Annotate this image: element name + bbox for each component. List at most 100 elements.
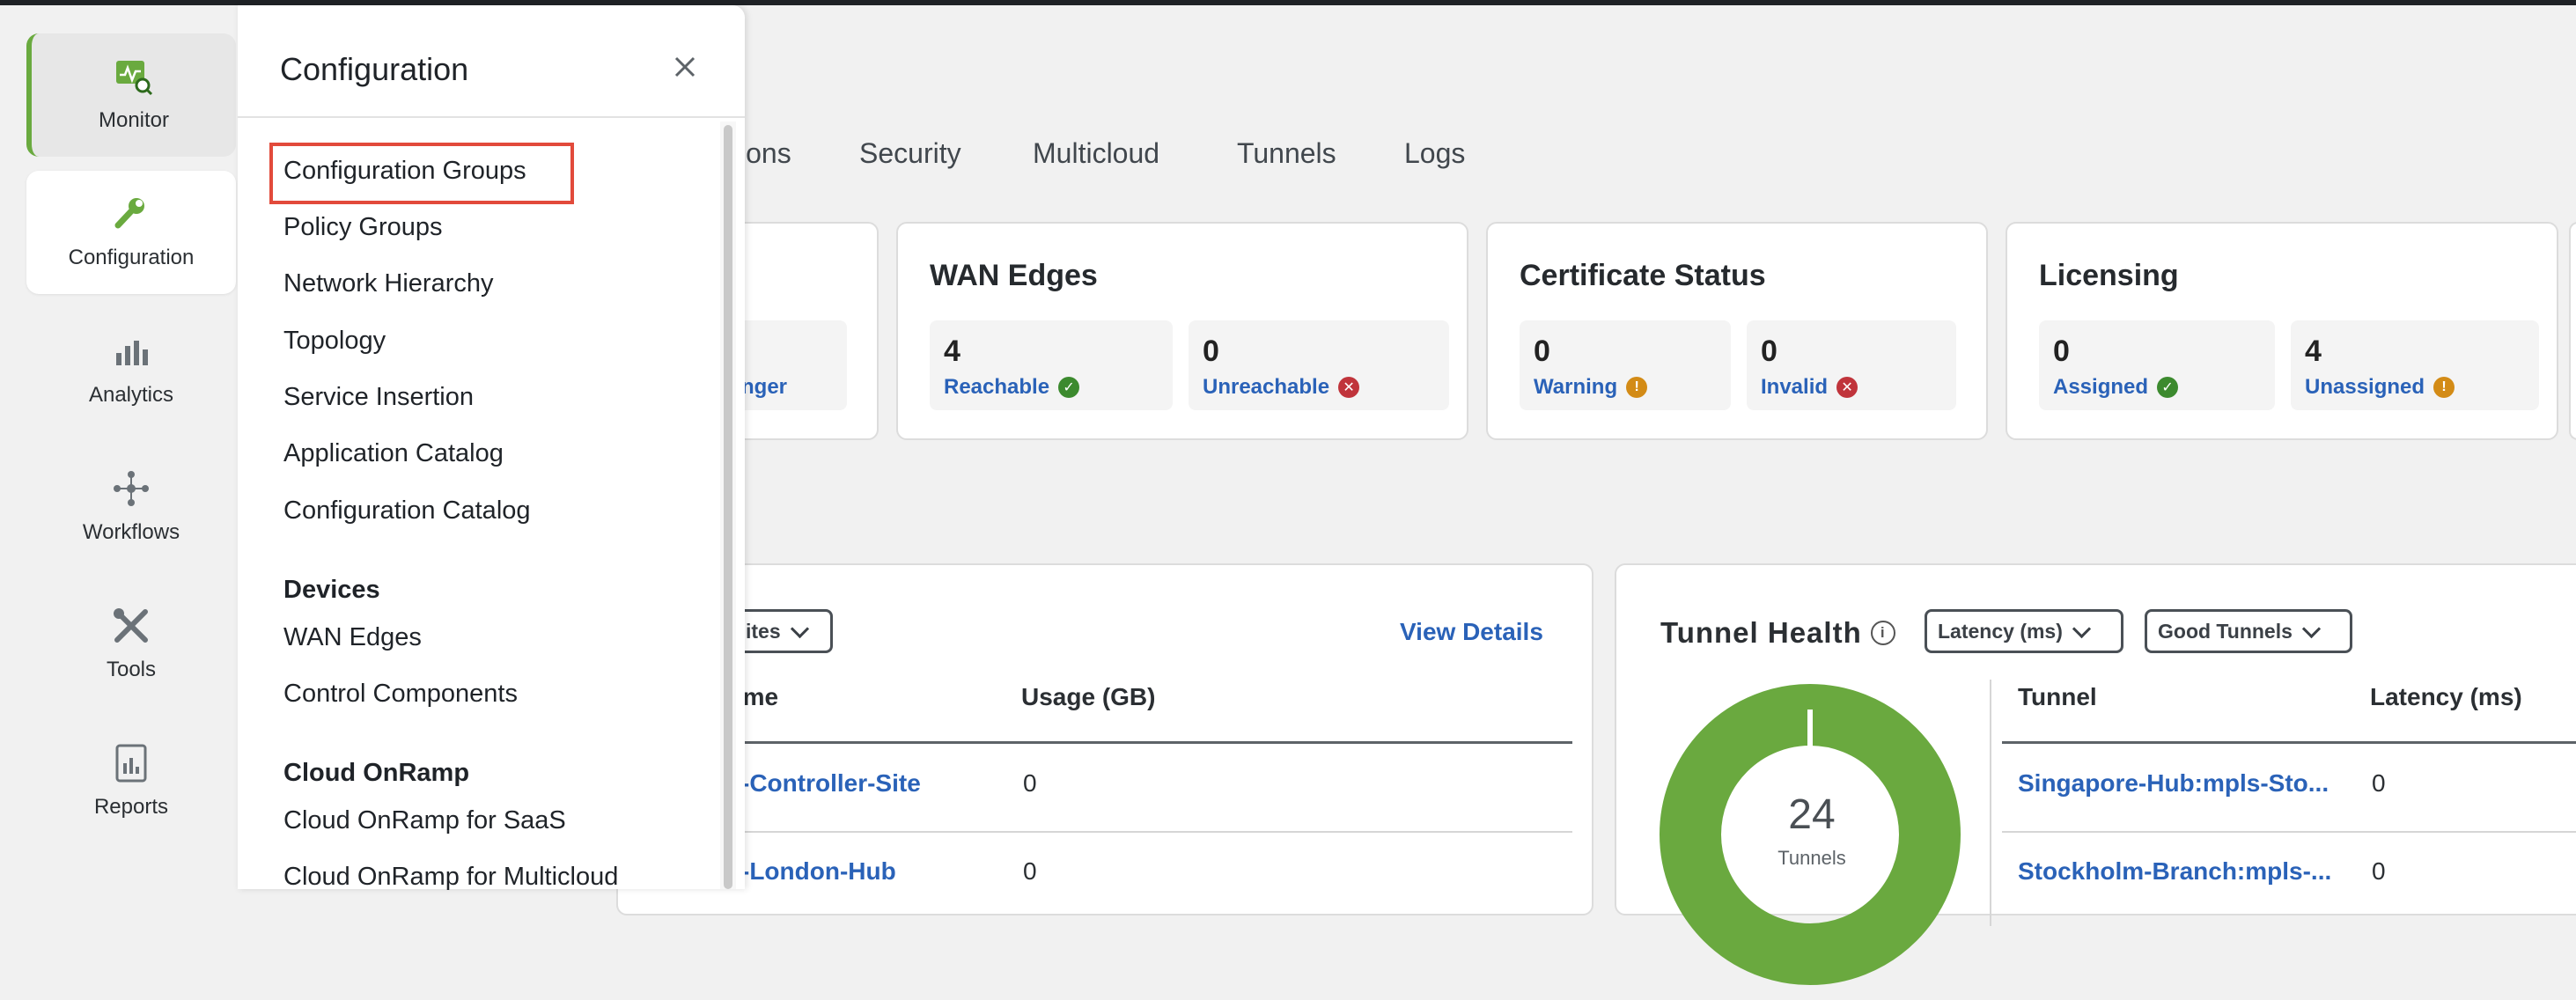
site-row-1-name[interactable]: -Controller-Site	[741, 769, 921, 798]
site-row-2-usage: 0	[1023, 857, 1037, 885]
licensing-unassigned-count: 4	[2305, 335, 2322, 368]
licensing-unassigned-label: Unassigned	[2305, 375, 2425, 399]
view-details-link[interactable]: View Details	[1400, 618, 1543, 646]
workflow-icon	[112, 469, 151, 508]
section-cloud-onramp: Cloud OnRamp	[283, 759, 470, 787]
donut-total: 24	[1788, 791, 1836, 838]
licensing-assigned-label: Assigned	[2053, 375, 2149, 399]
check-circle-icon: ✓	[1058, 377, 1080, 398]
panel-title: Configuration	[280, 51, 469, 87]
tunnel-row-1-latency: 0	[2372, 769, 2386, 797]
tab-multicloud[interactable]: Multicloud	[1033, 137, 1159, 170]
menu-item-network-hierarchy[interactable]: Network Hierarchy	[283, 269, 494, 298]
column-header-usage[interactable]: Usage (GB)	[1021, 683, 1155, 711]
row-divider	[653, 831, 1572, 833]
licensing-card: Licensing 0 Assigned ✓ 4 Unassigned!	[2006, 222, 2558, 440]
wan-edges-unreachable-stat[interactable]: 0 Unreachable ✕	[1189, 320, 1449, 410]
reports-icon	[112, 744, 151, 783]
tunnel-row-2-name[interactable]: Stockholm-Branch:mpls-...	[2018, 857, 2331, 886]
nav-reports[interactable]: Reports	[26, 720, 236, 843]
nav-configuration[interactable]: Configuration	[26, 171, 236, 294]
wan-edges-card: WAN Edges 4 Reachable ✓ 0 Unreachable ✕	[896, 222, 1468, 440]
partial-stat-label: nger	[741, 375, 788, 399]
menu-item-cloud-onramp-multicloud[interactable]: Cloud OnRamp for Multicloud	[283, 863, 618, 892]
nav-configuration-label: Configuration	[68, 246, 195, 269]
wan-edges-title: WAN Edges	[930, 259, 1098, 292]
tab-security[interactable]: Security	[859, 137, 961, 170]
tunnel-health-card: Tunnel Health i Latency (ms) Good Tunnel…	[1615, 563, 2576, 985]
sites-usage-card: ites View Details ame Usage (GB) -Contro…	[616, 563, 1593, 915]
menu-item-configuration-groups[interactable]: Configuration Groups	[283, 157, 526, 186]
nav-workflows-label: Workflows	[82, 520, 180, 544]
wan-edges-reachable-count: 4	[944, 335, 960, 368]
licensing-assigned-stat[interactable]: 0 Assigned ✓	[2039, 320, 2275, 410]
bar-chart-icon	[112, 332, 151, 371]
panel-scrollbar-thumb[interactable]	[724, 125, 732, 889]
licensing-assigned-count: 0	[2053, 335, 2070, 368]
menu-item-wan-edges[interactable]: WAN Edges	[283, 623, 422, 652]
good-tunnels-dropdown-label: Good Tunnels	[2158, 619, 2293, 643]
nav-workflows[interactable]: Workflows	[26, 445, 236, 569]
panel-header-divider	[238, 116, 745, 118]
chevron-down-icon	[2072, 619, 2091, 638]
wan-edges-unreachable-label: Unreachable	[1203, 375, 1330, 399]
tab-logs[interactable]: Logs	[1404, 137, 1465, 170]
nav-tools[interactable]: Tools	[26, 583, 236, 706]
tunnel-health-donut[interactable]	[1659, 683, 1976, 1000]
wan-edges-reachable-stat[interactable]: 4 Reachable ✓	[930, 320, 1173, 410]
warning-circle-icon: !	[2433, 377, 2455, 398]
tunnel-row-1-name[interactable]: Singapore-Hub:mpls-Sto...	[2018, 769, 2329, 798]
table-header-divider	[2002, 741, 2576, 744]
certificate-warning-count: 0	[1534, 335, 1550, 368]
menu-item-service-insertion[interactable]: Service Insertion	[283, 383, 474, 412]
wrench-icon	[112, 195, 151, 233]
menu-item-control-components[interactable]: Control Components	[283, 680, 518, 709]
donut-label: Tunnels	[1777, 847, 1846, 869]
next-card-edge	[2569, 222, 2576, 440]
table-header-divider	[653, 741, 1572, 744]
latency-dropdown-label: Latency (ms)	[1938, 619, 2063, 643]
nav-analytics-label: Analytics	[88, 383, 174, 407]
menu-item-cloud-onramp-saas[interactable]: Cloud OnRamp for SaaS	[283, 806, 566, 835]
certificate-warning-stat[interactable]: 0 Warning!	[1520, 320, 1731, 410]
tools-icon	[112, 607, 151, 645]
tab-tunnels[interactable]: Tunnels	[1237, 137, 1336, 170]
column-header-latency[interactable]: Latency (ms)	[2370, 683, 2522, 711]
check-circle-icon: ✓	[2157, 377, 2179, 398]
certificate-warning-label: Warning	[1534, 375, 1618, 399]
tab-applications[interactable]: ions	[740, 137, 791, 170]
column-header-tunnel[interactable]: Tunnel	[2018, 683, 2097, 711]
row-divider	[2002, 831, 2576, 833]
left-nav-rail: Monitor Configuration Analytics Workflow…	[0, 5, 238, 889]
configuration-flyout-panel: Configuration Configuration Groups Polic…	[238, 5, 745, 892]
chevron-down-icon	[790, 619, 809, 638]
info-icon[interactable]: i	[1870, 621, 1895, 645]
certificate-invalid-stat[interactable]: 0 Invalid ✕	[1747, 320, 1956, 410]
tunnel-health-header: Tunnel Health i	[1660, 616, 1895, 650]
certificate-invalid-label: Invalid	[1761, 375, 1829, 399]
latency-dropdown[interactable]: Latency (ms)	[1925, 609, 2123, 653]
tunnel-row-2-latency: 0	[2372, 857, 2386, 885]
licensing-unassigned-stat[interactable]: 4 Unassigned!	[2291, 320, 2539, 410]
monitor-icon	[114, 57, 153, 96]
menu-item-topology[interactable]: Topology	[283, 327, 386, 356]
certificate-status-card: Certificate Status 0 Warning! 0 Invalid ✕	[1486, 222, 1988, 440]
nav-tools-label: Tools	[106, 658, 157, 681]
warning-circle-icon: !	[1626, 377, 1648, 398]
menu-item-policy-groups[interactable]: Policy Groups	[283, 213, 443, 242]
close-icon[interactable]	[667, 49, 703, 85]
tunnel-health-title: Tunnel Health	[1660, 616, 1862, 649]
nav-monitor[interactable]: Monitor	[26, 33, 236, 157]
licensing-title: Licensing	[2039, 259, 2179, 292]
nav-monitor-label: Monitor	[98, 108, 170, 132]
site-row-2-name[interactable]: -London-Hub	[741, 857, 896, 886]
error-circle-icon: ✕	[1338, 377, 1360, 398]
wan-edges-reachable-label: Reachable	[944, 375, 1050, 399]
nav-analytics[interactable]: Analytics	[26, 308, 236, 431]
chevron-down-icon	[2301, 619, 2322, 638]
menu-item-application-catalog[interactable]: Application Catalog	[283, 439, 504, 468]
section-devices: Devices	[283, 576, 380, 604]
good-tunnels-dropdown[interactable]: Good Tunnels	[2145, 609, 2352, 653]
menu-item-configuration-catalog[interactable]: Configuration Catalog	[283, 496, 531, 526]
nav-reports-label: Reports	[93, 795, 169, 819]
